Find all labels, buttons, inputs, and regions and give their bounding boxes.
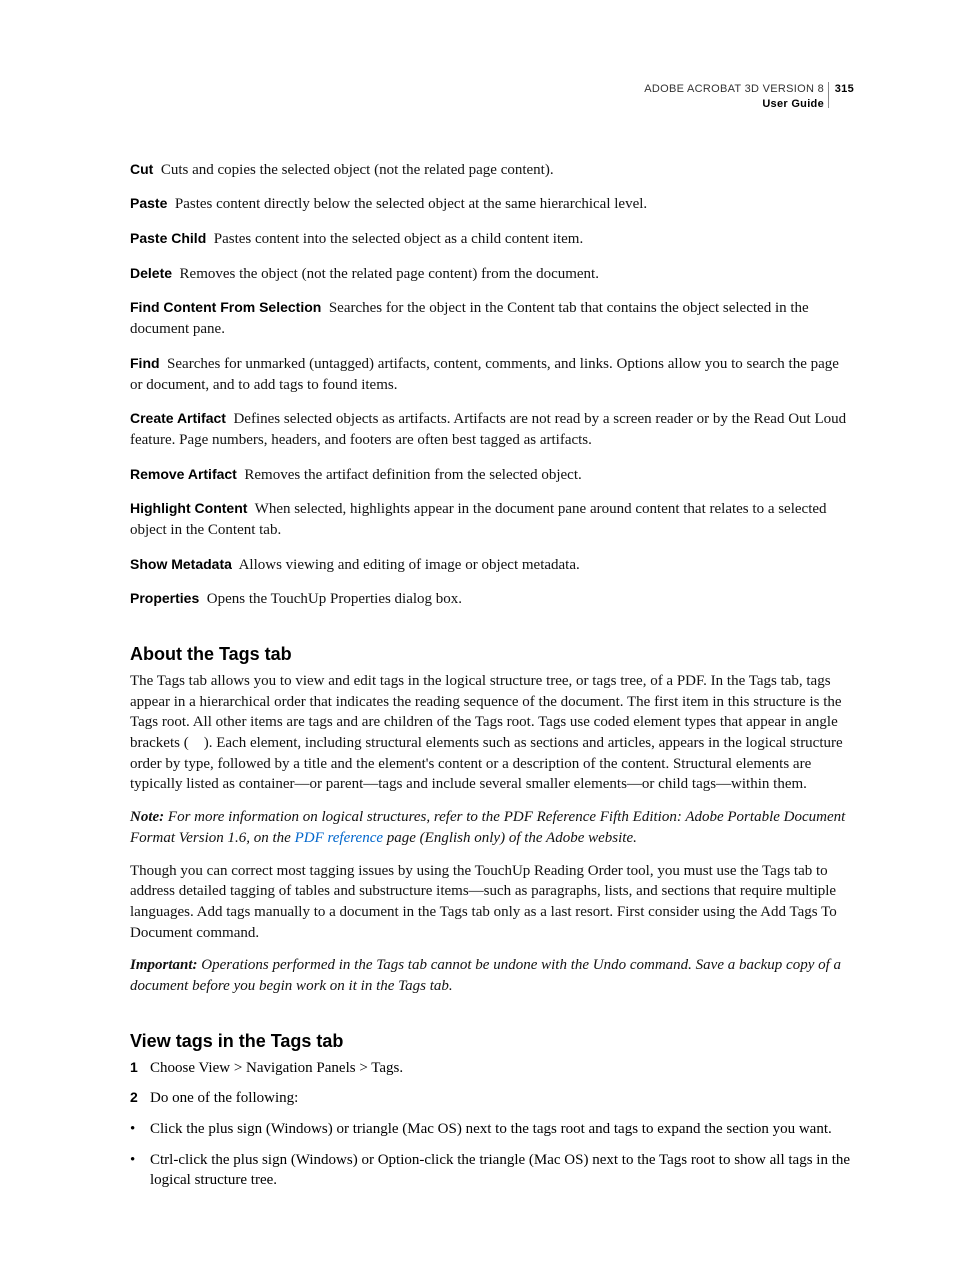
term: Find Content From Selection <box>130 299 321 315</box>
def-show-metadata: Show Metadata Allows viewing and editing… <box>130 555 854 576</box>
desc: Defines selected objects as artifacts. A… <box>130 411 846 448</box>
list-item: •Click the plus sign (Windows) or triang… <box>130 1119 854 1140</box>
term: Highlight Content <box>130 500 247 516</box>
def-find: Find Searches for unmarked (untagged) ar… <box>130 354 854 395</box>
def-cut: Cut Cuts and copies the selected object … <box>130 160 854 181</box>
desc: Pastes content into the selected object … <box>214 231 583 247</box>
desc: Pastes content directly below the select… <box>175 196 647 212</box>
heading-about-tags-tab: About the Tags tab <box>130 644 854 665</box>
desc: Removes the artifact definition from the… <box>244 467 581 483</box>
def-paste-child: Paste Child Pastes content into the sele… <box>130 229 854 250</box>
definition-list: Cut Cuts and copies the selected object … <box>130 160 854 610</box>
steps-list: 1Choose View > Navigation Panels > Tags.… <box>130 1058 854 1109</box>
step: 2Do one of the following: <box>130 1088 854 1109</box>
term: Delete <box>130 265 172 281</box>
page: ADOBE ACROBAT 3D VERSION 8 User Guide 31… <box>0 0 954 1261</box>
para: Though you can correct most tagging issu… <box>130 861 854 944</box>
para: The Tags tab allows you to view and edit… <box>130 671 854 795</box>
bullet-text: Click the plus sign (Windows) or triangl… <box>150 1119 832 1140</box>
desc: Searches for unmarked (untagged) artifac… <box>130 356 839 393</box>
note-after: page (English only) of the Adobe website… <box>383 830 637 846</box>
def-find-content-from-selection: Find Content From Selection Searches for… <box>130 298 854 339</box>
def-remove-artifact: Remove Artifact Removes the artifact def… <box>130 465 854 486</box>
bullet-icon: • <box>130 1150 150 1191</box>
step: 1Choose View > Navigation Panels > Tags. <box>130 1058 854 1079</box>
important: Important: Operations performed in the T… <box>130 955 854 996</box>
def-highlight-content: Highlight Content When selected, highlig… <box>130 499 854 540</box>
step-text: Choose View > Navigation Panels > Tags. <box>150 1058 403 1079</box>
important-body: Operations performed in the Tags tab can… <box>130 957 841 994</box>
term: Remove Artifact <box>130 466 237 482</box>
pdf-reference-link[interactable]: PDF reference <box>295 830 383 846</box>
term: Properties <box>130 590 199 606</box>
term: Paste Child <box>130 230 206 246</box>
bullet-text: Ctrl-click the plus sign (Windows) or Op… <box>150 1150 854 1191</box>
desc: Allows viewing and editing of image or o… <box>239 557 580 573</box>
term: Find <box>130 355 160 371</box>
page-header: ADOBE ACROBAT 3D VERSION 8 User Guide 31… <box>130 82 854 112</box>
term: Show Metadata <box>130 556 232 572</box>
def-properties: Properties Opens the TouchUp Properties … <box>130 589 854 610</box>
desc: Cuts and copies the selected object (not… <box>161 162 554 178</box>
note: Note: For more information on logical st… <box>130 807 854 848</box>
def-paste: Paste Pastes content directly below the … <box>130 194 854 215</box>
term: Paste <box>130 195 167 211</box>
bullet-icon: • <box>130 1119 150 1140</box>
desc: Opens the TouchUp Properties dialog box. <box>207 591 462 607</box>
page-number: 315 <box>828 82 854 108</box>
step-number: 1 <box>130 1058 150 1079</box>
heading-view-tags: View tags in the Tags tab <box>130 1031 854 1052</box>
term: Cut <box>130 161 153 177</box>
list-item: •Ctrl-click the plus sign (Windows) or O… <box>130 1150 854 1191</box>
step-text: Do one of the following: <box>150 1088 298 1109</box>
bullet-list: •Click the plus sign (Windows) or triang… <box>130 1119 854 1191</box>
def-delete: Delete Removes the object (not the relat… <box>130 264 854 285</box>
header-product: ADOBE ACROBAT 3D VERSION 8 <box>130 82 824 97</box>
note-lead: Note: <box>130 809 164 825</box>
important-lead: Important: <box>130 957 198 973</box>
header-doc: User Guide <box>130 97 824 112</box>
def-create-artifact: Create Artifact Defines selected objects… <box>130 409 854 450</box>
term: Create Artifact <box>130 410 226 426</box>
section-about-body: The Tags tab allows you to view and edit… <box>130 671 854 997</box>
desc: Removes the object (not the related page… <box>180 266 599 282</box>
step-number: 2 <box>130 1088 150 1109</box>
